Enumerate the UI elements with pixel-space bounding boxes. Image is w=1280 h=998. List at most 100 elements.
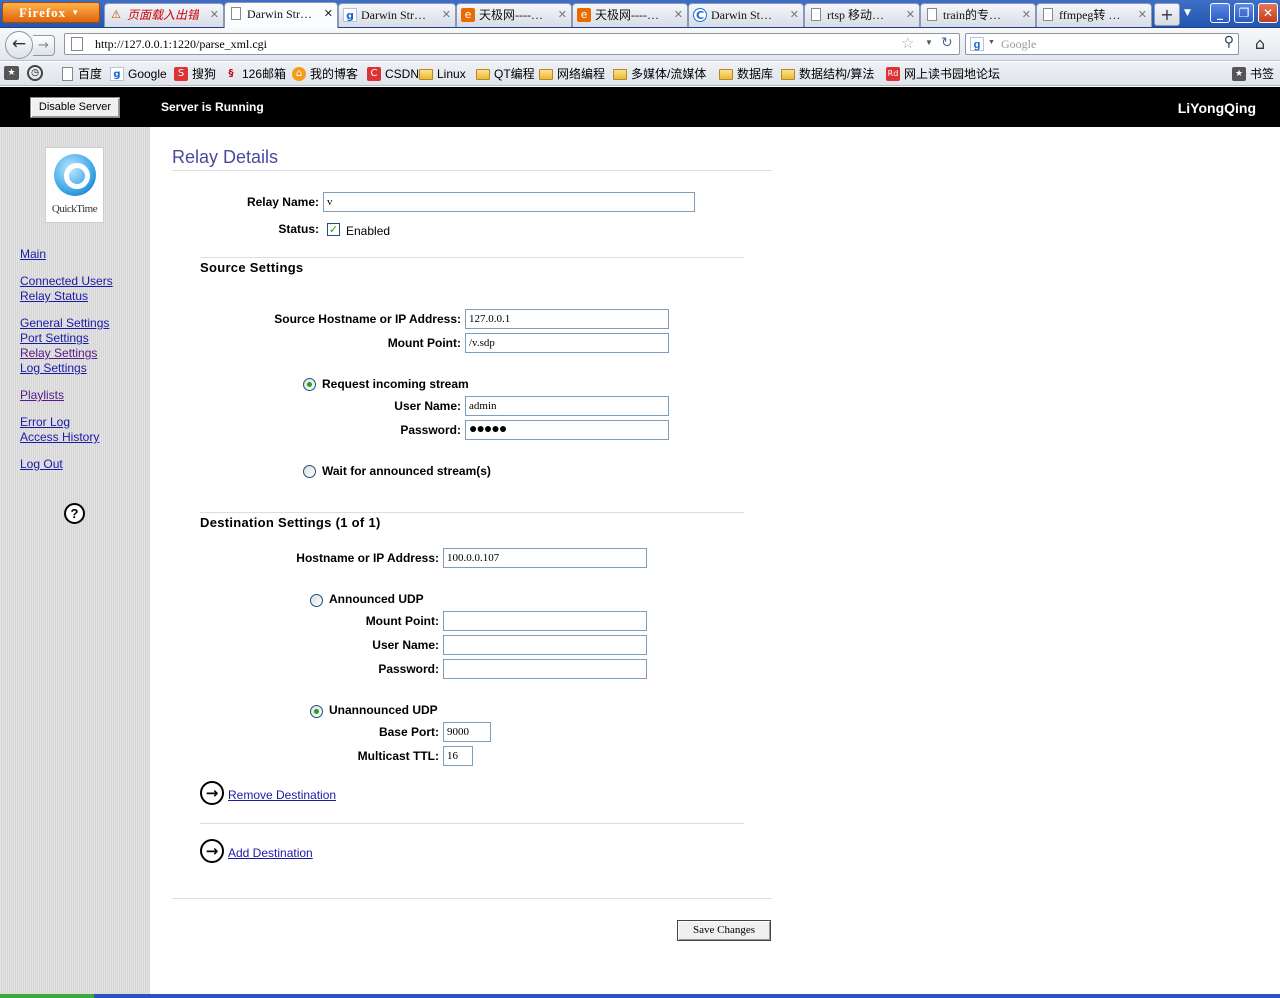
sidebar-item-main[interactable]: Main <box>20 247 46 262</box>
close-icon[interactable]: ✕ <box>1022 4 1031 26</box>
tab-error[interactable]: ⚠ 页面载入出错 ✕ <box>104 3 224 27</box>
sidebar-item-log-out[interactable]: Log Out <box>20 457 63 472</box>
unannounced-udp-radio[interactable] <box>310 705 323 718</box>
source-user-input[interactable]: admin <box>465 396 669 416</box>
history-clock-icon[interactable]: ◷ <box>27 65 43 81</box>
bookmark-baidu[interactable]: 百度 <box>60 66 102 82</box>
bookmark-folder-media[interactable]: 多媒体/流媒体 <box>613 66 706 82</box>
new-tab-button[interactable]: + <box>1154 3 1180 26</box>
firefox-menu-button[interactable]: Firefox ▼ <box>2 2 100 23</box>
home-button[interactable]: ⌂ <box>1247 33 1273 55</box>
close-icon[interactable]: ✕ <box>674 4 683 26</box>
bookmark-google[interactable]: g Google <box>110 66 167 82</box>
source-password-label: Password: <box>400 423 461 437</box>
sidebar-item-connected-users[interactable]: Connected Users <box>20 274 113 289</box>
close-icon[interactable]: ✕ <box>442 4 451 26</box>
close-icon[interactable]: ✕ <box>906 4 915 26</box>
folder-icon <box>719 69 733 80</box>
search-input[interactable]: Google <box>1001 37 1036 52</box>
unannounced-udp-label: Unannounced UDP <box>329 703 438 717</box>
close-icon[interactable]: ✕ <box>558 4 567 26</box>
google-icon: g <box>343 8 357 22</box>
search-engine-dropdown-icon[interactable]: ▼ <box>988 39 995 46</box>
enabled-label: Enabled <box>346 224 391 238</box>
sidebar-item-port-settings[interactable]: Port Settings <box>20 331 89 346</box>
forward-button[interactable]: → <box>33 35 55 56</box>
save-changes-button[interactable]: Save Changes <box>677 920 771 941</box>
forward-arrow-icon: → <box>38 38 49 53</box>
bookmarks-menu[interactable]: ★ 书签 <box>1232 66 1274 82</box>
bookmark-folder-linux[interactable]: Linux <box>419 66 466 82</box>
multicast-ttl-input[interactable]: 16 <box>443 746 473 766</box>
sidebar-item-access-history[interactable]: Access History <box>20 430 99 445</box>
dest-user-input[interactable] <box>443 635 647 655</box>
bookmark-label: QT编程 <box>494 67 535 81</box>
tab-darwin-2[interactable]: C Darwin St… ✕ <box>688 3 804 27</box>
bookmark-folder-network[interactable]: 网络编程 <box>539 66 605 82</box>
tab-rtsp[interactable]: rtsp 移动… ✕ <box>804 3 920 27</box>
maximize-button[interactable]: ❐ <box>1234 3 1254 23</box>
bookmarks-star-icon[interactable]: ★ <box>4 66 19 80</box>
bookmarks-menu-label: 书签 <box>1250 67 1275 81</box>
url-dropdown-icon[interactable]: ▼ <box>925 38 933 47</box>
bookmark-blog[interactable]: ⌂ 我的博客 <box>292 66 358 82</box>
tab-label: Darwin St… <box>711 8 772 22</box>
tab-tianji-1[interactable]: e 天极网----… ✕ <box>456 3 572 27</box>
relay-name-input[interactable]: v <box>323 192 695 212</box>
wait-announced-radio[interactable] <box>303 465 316 478</box>
tab-darwin-google[interactable]: g Darwin Str… ✕ <box>338 3 456 27</box>
base-port-input[interactable]: 9000 <box>443 722 491 742</box>
add-destination-link[interactable]: Add Destination <box>228 846 313 860</box>
close-icon[interactable]: ✕ <box>790 4 799 26</box>
url-text[interactable]: http://127.0.0.1:1220/parse_xml.cgi <box>95 37 267 52</box>
url-bar[interactable]: http://127.0.0.1:1220/parse_xml.cgi ☆ ▼ … <box>64 33 960 55</box>
folder-icon <box>613 69 627 80</box>
start-strip <box>0 994 94 998</box>
sidebar-item-relay-status[interactable]: Relay Status <box>20 289 88 304</box>
reload-icon[interactable]: ↻ <box>941 35 953 51</box>
source-mount-input[interactable]: /v.sdp <box>465 333 669 353</box>
bookmark-folder-algorithms[interactable]: 数据结构/算法 <box>781 66 874 82</box>
sidebar-item-playlists[interactable]: Playlists <box>20 388 64 403</box>
source-host-input[interactable]: 127.0.0.1 <box>465 309 669 329</box>
dest-mount-input[interactable] <box>443 611 647 631</box>
search-bar[interactable]: g ▼ Google ⚲ <box>965 33 1239 55</box>
request-stream-radio[interactable] <box>303 378 316 391</box>
bookmark-126[interactable]: § 126邮箱 <box>224 66 287 82</box>
close-icon[interactable]: ✕ <box>1138 4 1147 26</box>
sidebar-item-general-settings[interactable]: General Settings <box>20 316 109 331</box>
source-password-input[interactable]: ●●●●● <box>465 420 669 440</box>
bookmark-folder-database[interactable]: 数据库 <box>719 66 773 82</box>
tab-ffmpeg[interactable]: ffmpeg转 … ✕ <box>1036 3 1152 27</box>
announced-udp-radio[interactable] <box>310 594 323 607</box>
bookmark-rd-forum[interactable]: Rd 网上读书园地论坛 <box>886 66 1000 82</box>
tab-list-chevron-icon[interactable]: ▼ <box>1184 8 1191 18</box>
window-close-button[interactable]: ✕ <box>1258 3 1278 23</box>
minimize-button[interactable]: _ <box>1210 3 1230 23</box>
google-icon[interactable]: g <box>970 37 984 51</box>
sidebar-item-log-settings[interactable]: Log Settings <box>20 361 87 376</box>
tab-tianji-2[interactable]: e 天极网----… ✕ <box>572 3 688 27</box>
bookmark-sogou[interactable]: S 搜狗 <box>174 66 216 82</box>
base-port-label: Base Port: <box>378 725 439 739</box>
remove-destination-arrow-icon[interactable]: → <box>200 781 224 805</box>
enabled-checkbox[interactable]: ✓ <box>327 223 340 236</box>
bookmark-csdn[interactable]: C CSDN <box>367 66 419 82</box>
tab-darwin-active[interactable]: Darwin Str… ✕ <box>224 2 338 28</box>
close-icon[interactable]: ✕ <box>324 3 333 25</box>
remove-destination-link[interactable]: Remove Destination <box>228 788 336 802</box>
help-icon[interactable]: ? <box>64 503 85 524</box>
sidebar-item-error-log[interactable]: Error Log <box>20 415 70 430</box>
sidebar-item-relay-settings[interactable]: Relay Settings <box>20 346 97 361</box>
bookmark-star-icon[interactable]: ☆ <box>901 34 914 52</box>
search-icon[interactable]: ⚲ <box>1224 34 1234 50</box>
disable-server-button[interactable]: Disable Server <box>30 97 120 118</box>
bookmark-folder-qt[interactable]: QT编程 <box>476 66 535 82</box>
tab-train[interactable]: train的专… ✕ <box>920 3 1036 27</box>
add-destination-arrow-icon[interactable]: → <box>200 839 224 863</box>
close-icon[interactable]: ✕ <box>210 4 219 26</box>
dest-host-input[interactable]: 100.0.0.107 <box>443 548 647 568</box>
back-button[interactable]: ← <box>5 31 33 59</box>
dest-password-input[interactable] <box>443 659 647 679</box>
server-status-text: Server is Running <box>161 100 264 114</box>
